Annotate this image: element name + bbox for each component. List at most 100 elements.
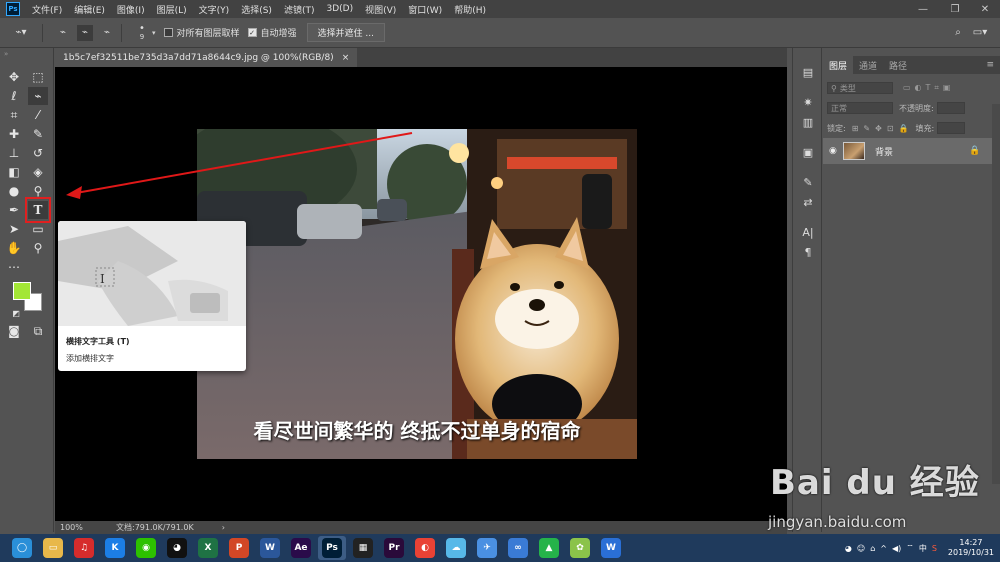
wifi-icon[interactable]: ⌔: [906, 543, 914, 553]
lock-row: 锁定: ⊞✎✥⊡🔒 填充:: [827, 120, 995, 136]
layer-name: 背景: [875, 147, 894, 158]
baidu-logo: Bai du 经验: [770, 463, 980, 503]
volume-icon[interactable]: ◀): [892, 544, 901, 553]
fill-field[interactable]: [937, 122, 966, 134]
taskbar-word-button[interactable]: W: [256, 536, 284, 560]
system-tray: ◕ ☺ ⌂ ^ ◀) ⌔ 中 S 14:27 2019/10/31: [845, 534, 994, 562]
taskbar-netease-music-button[interactable]: ♫: [70, 536, 98, 560]
lock-icon: 🔒: [969, 146, 981, 156]
file-explorer-icon: ▭: [43, 538, 63, 558]
panel-scrollbar[interactable]: [992, 104, 1000, 484]
clock-date: 2019/10/31: [947, 548, 994, 557]
tab-paths[interactable]: 路径: [883, 56, 913, 74]
taskbar-app-cat-button[interactable]: ☁: [442, 536, 470, 560]
layer-row-background[interactable]: ◉ 背景 🔒: [823, 138, 992, 164]
premiere-icon: Pr: [384, 538, 404, 558]
taskbar-wps-button[interactable]: W: [597, 536, 625, 560]
powerpoint-icon: P: [229, 538, 249, 558]
taskbar-powerpoint-button[interactable]: P: [225, 536, 253, 560]
tooltip-preview-image: I: [58, 221, 246, 326]
tray-chevron-icon[interactable]: ^: [880, 544, 887, 553]
cortana-icon: ◯: [12, 538, 32, 558]
app-colorful-icon: ✿: [570, 538, 590, 558]
photoshop-icon: Ps: [322, 538, 342, 558]
after-effects-icon: Ae: [291, 538, 311, 558]
tab-channels[interactable]: 通道: [853, 56, 883, 74]
eye-icon[interactable]: ◉: [829, 146, 837, 156]
netease-music-icon: ♫: [74, 538, 94, 558]
paragraph-icon[interactable]: ¶: [799, 244, 817, 260]
document-info: 文档:791.0K/791.0K: [116, 523, 194, 532]
clock[interactable]: 14:27 2019/10/31: [948, 538, 994, 558]
qq-icon: ◕: [167, 538, 187, 558]
taskbar-app-link-button[interactable]: ∞: [504, 536, 532, 560]
tooltip-hand-illustration: I: [58, 221, 246, 326]
svg-text:I: I: [100, 272, 105, 286]
wps-icon: W: [601, 538, 621, 558]
lock-icons[interactable]: ⊞✎✥⊡🔒: [852, 124, 914, 133]
baidu-url: jingyan.baidu.com: [768, 513, 907, 531]
foreground-color-swatch[interactable]: [13, 282, 31, 300]
layer-thumbnail: [843, 142, 865, 160]
character-icon[interactable]: A|: [799, 224, 817, 240]
taskbar-cortana-button[interactable]: ◯: [8, 536, 36, 560]
filter-icons[interactable]: ▭◐T⌗▣: [903, 83, 955, 93]
tooltip-description: 添加横排文字: [66, 354, 114, 363]
app-link-icon: ∞: [508, 538, 528, 558]
learn-icon[interactable]: ▣: [799, 144, 817, 160]
input-language[interactable]: 中: [919, 543, 927, 554]
taskbar-apps: ◯ ▭ ♫ K ◉ ◕ X P W Ae Ps ▦ Pr ◐ ☁ ✈ ∞ ▲ ✿ W: [0, 536, 625, 560]
lock-label: 锁定:: [827, 123, 846, 133]
opacity-field[interactable]: [936, 102, 965, 114]
taskbar-chrome-like-button[interactable]: ◐: [411, 536, 439, 560]
layer-filter-row: ⚲ 类型 ▭◐T⌗▣: [827, 80, 995, 96]
app-cat-icon: ☁: [446, 538, 466, 558]
clock-time: 14:27: [959, 538, 983, 547]
windows-taskbar: ◯ ▭ ♫ K ◉ ◕ X P W Ae Ps ▦ Pr ◐ ☁ ✈ ∞ ▲ ✿ W ◕ ☺ ⌂ ^ ◀) ⌔ 中 S…: [0, 534, 1000, 562]
layer-filter-select[interactable]: ⚲ 类型: [827, 82, 893, 94]
taskbar-after-effects-button[interactable]: Ae: [287, 536, 315, 560]
levels-icon[interactable]: ▥: [799, 114, 817, 130]
people-icon[interactable]: ☺: [857, 544, 865, 553]
baidu-watermark: Bai du 经验 jingyan.baidu.com: [760, 455, 980, 535]
fill-label: 填充:: [915, 123, 935, 133]
qq-tray-icon[interactable]: ◕: [845, 544, 852, 553]
panel-menu-icon[interactable]: ≡: [986, 60, 994, 70]
taskbar-app-colorful-button[interactable]: ✿: [566, 536, 594, 560]
tool-tooltip: I 横排文字工具 (T) 添加横排文字: [58, 221, 246, 371]
word-icon: W: [260, 538, 280, 558]
sogou-ime-icon[interactable]: S: [932, 544, 937, 553]
video-editor-icon: ▦: [353, 538, 373, 558]
excel-icon: X: [198, 538, 218, 558]
chrome-like-icon: ◐: [415, 538, 435, 558]
kugou-icon: K: [105, 538, 125, 558]
layer-filter-label: 类型: [839, 83, 856, 93]
tab-layers[interactable]: 图层: [823, 56, 854, 74]
status-bar: 100% 文档:791.0K/791.0K ›: [55, 521, 787, 534]
properties-icon[interactable]: ⇄: [799, 194, 817, 210]
blend-mode-select[interactable]: 正常: [827, 102, 893, 114]
taskbar-app-green-button[interactable]: ▲: [535, 536, 563, 560]
taskbar-file-explorer-button[interactable]: ▭: [39, 536, 67, 560]
taskbar-qq-button[interactable]: ◕: [163, 536, 191, 560]
app-bird-icon: ✈: [477, 538, 497, 558]
network-icon[interactable]: ⌂: [870, 544, 875, 553]
zoom-level[interactable]: 100%: [60, 523, 98, 532]
adjustments-icon[interactable]: ✷: [799, 94, 817, 110]
taskbar-wechat-button[interactable]: ◉: [132, 536, 160, 560]
taskbar-excel-button[interactable]: X: [194, 536, 222, 560]
status-menu-icon[interactable]: ›: [222, 523, 225, 532]
taskbar-premiere-button[interactable]: Pr: [380, 536, 408, 560]
layers-panel-tabs: 图层 通道 路径 ≡: [823, 56, 1000, 74]
taskbar-kugou-button[interactable]: K: [101, 536, 129, 560]
brush-settings-icon[interactable]: ✎: [799, 174, 817, 190]
blend-row: 正常 不透明度:: [827, 100, 995, 116]
app-green-icon: ▲: [539, 538, 559, 558]
taskbar-photoshop-button[interactable]: Ps: [318, 536, 346, 560]
opacity-label: 不透明度:: [899, 103, 934, 113]
history-panel-icon[interactable]: ▤: [799, 64, 817, 80]
tooltip-title: 横排文字工具 (T): [66, 337, 130, 346]
taskbar-video-editor-button[interactable]: ▦: [349, 536, 377, 560]
taskbar-app-bird-button[interactable]: ✈: [473, 536, 501, 560]
wechat-icon: ◉: [136, 538, 156, 558]
